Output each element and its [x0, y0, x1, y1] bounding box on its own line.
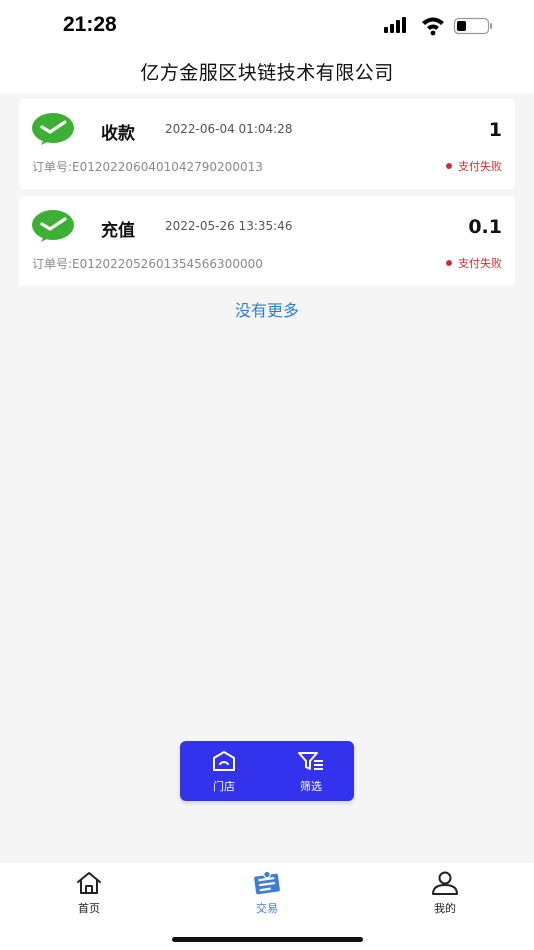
status-dot — [446, 260, 452, 266]
wechat-pay-icon — [32, 210, 74, 242]
filter-label: 筛选 — [300, 780, 322, 793]
filter-button[interactable]: 筛选 — [281, 750, 341, 794]
store-button[interactable]: 门店 — [194, 750, 254, 794]
filter-icon — [298, 752, 323, 770]
transaction-type: 充值 — [101, 221, 135, 241]
transaction-amount: 1 — [488, 119, 502, 141]
tab-mine[interactable]: 我的 — [405, 871, 485, 916]
tab-mine-label: 我的 — [434, 902, 456, 915]
tab-trade-label: 交易 — [256, 902, 278, 915]
home-icon — [77, 872, 101, 894]
wifi-icon — [422, 17, 444, 36]
trade-icon — [254, 870, 280, 895]
tab-home[interactable]: 首页 — [49, 871, 129, 916]
user-icon — [432, 871, 458, 895]
transaction-list: 收款 2022-06-04 01:04:28 1 订单号:E0120220604… — [19, 99, 515, 293]
payment-status-label: 支付失败 — [458, 160, 502, 173]
payment-status-label: 支付失败 — [458, 257, 502, 270]
floating-toolbar: 门店 筛选 — [180, 741, 354, 801]
status-icons — [384, 17, 492, 36]
transaction-card[interactable]: 充值 2022-05-26 13:35:46 0.1 订单号:E01202205… — [19, 196, 515, 286]
transaction-time: 2022-05-26 13:35:46 — [165, 219, 293, 233]
page-title: 亿方金服区块链技术有限公司 — [140, 62, 394, 84]
transaction-time: 2022-06-04 01:04:28 — [165, 122, 293, 136]
store-label: 门店 — [213, 780, 235, 793]
store-icon — [213, 751, 235, 771]
battery-icon — [453, 17, 492, 35]
no-more-text: 没有更多 — [234, 301, 299, 320]
transaction-card[interactable]: 收款 2022-06-04 01:04:28 1 订单号:E0120220604… — [19, 99, 515, 189]
tab-trade[interactable]: 交易 — [227, 870, 307, 916]
order-number: 订单号:E012022052601354566300000 — [32, 257, 263, 271]
status-time: 21:28 — [63, 13, 117, 36]
transaction-amount: 0.1 — [468, 216, 502, 238]
transaction-type: 收款 — [101, 124, 135, 144]
home-indicator — [172, 937, 363, 942]
tab-home-label: 首页 — [78, 902, 100, 915]
nav-header: 亿方金服区块链技术有限公司 — [0, 50, 534, 94]
status-dot — [446, 163, 452, 169]
status-bar: 21:28 — [0, 0, 534, 50]
wechat-pay-icon — [32, 113, 74, 145]
signal-icon — [384, 17, 406, 33]
order-number: 订单号:E012022060401042790200013 — [32, 160, 263, 174]
payment-status: 支付失败 — [446, 255, 502, 271]
payment-status: 支付失败 — [446, 158, 502, 174]
